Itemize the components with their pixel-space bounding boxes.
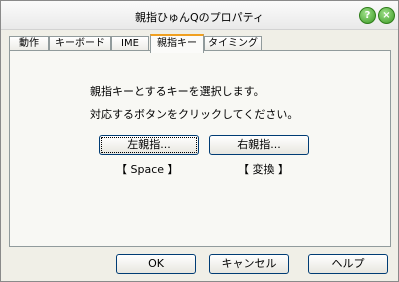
tab-keyboard[interactable]: キーボード: [49, 36, 111, 51]
cancel-button[interactable]: キャンセル: [209, 254, 289, 274]
right-thumb-button[interactable]: 右親指...: [209, 135, 309, 155]
instruction-line-1: 親指キーとするキーを選択します。: [90, 85, 265, 98]
tab-panel: 親指キーとするキーを選択します。 対応するボタンをクリックしてください。 左親指…: [9, 50, 391, 247]
tab-timing[interactable]: タイミング: [204, 36, 262, 51]
title-bar: 親指ひゅんQのプロパティ ? ×: [1, 1, 398, 30]
tab-ime[interactable]: IME: [111, 36, 149, 51]
left-thumb-button[interactable]: 左親指...: [99, 135, 199, 155]
ok-button[interactable]: OK: [116, 254, 196, 274]
help-icon[interactable]: ?: [359, 7, 376, 24]
tab-thumb-keys[interactable]: 親指キー: [150, 34, 204, 53]
close-icon[interactable]: ×: [378, 7, 395, 24]
window-title: 親指ひゅんQのプロパティ: [135, 11, 264, 24]
properties-dialog: 親指ひゅんQのプロパティ ? × 動作 キーボード IME 親指キー タイミング…: [0, 0, 399, 282]
help-button[interactable]: ヘルプ: [308, 254, 388, 274]
left-thumb-key-label: 【 Space 】: [116, 163, 179, 176]
instruction-line-2: 対応するボタンをクリックしてください。: [90, 108, 299, 121]
right-thumb-key-label: 【 変換 】: [238, 163, 289, 176]
tab-behavior[interactable]: 動作: [9, 36, 49, 51]
